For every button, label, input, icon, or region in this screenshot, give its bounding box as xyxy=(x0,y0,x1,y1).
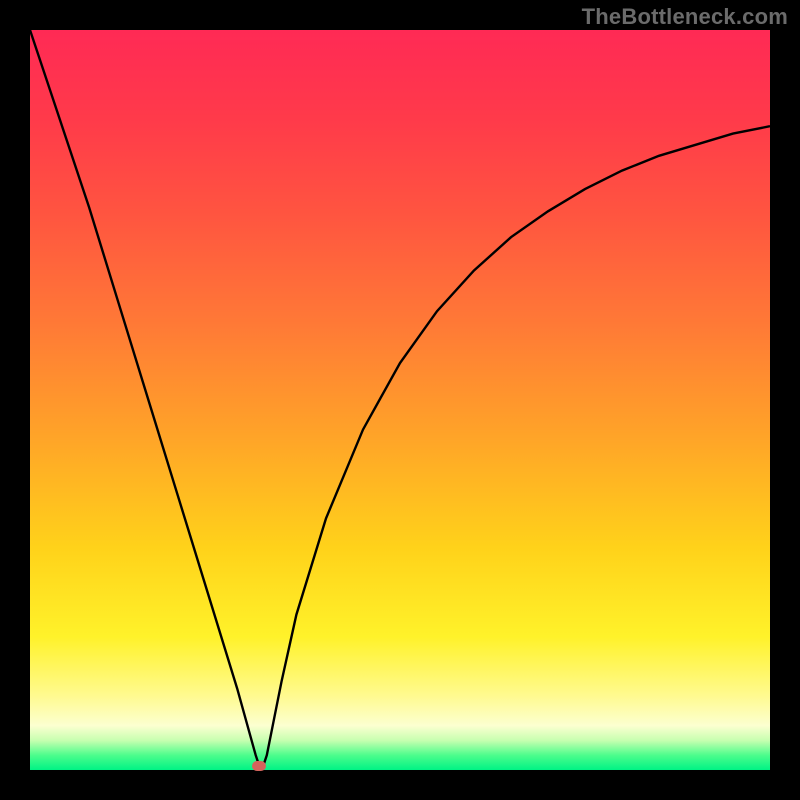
watermark-text: TheBottleneck.com xyxy=(582,4,788,30)
plot-area xyxy=(30,30,770,770)
bottleneck-curve xyxy=(30,30,770,766)
curve-svg xyxy=(30,30,770,770)
chart-frame: TheBottleneck.com xyxy=(0,0,800,800)
